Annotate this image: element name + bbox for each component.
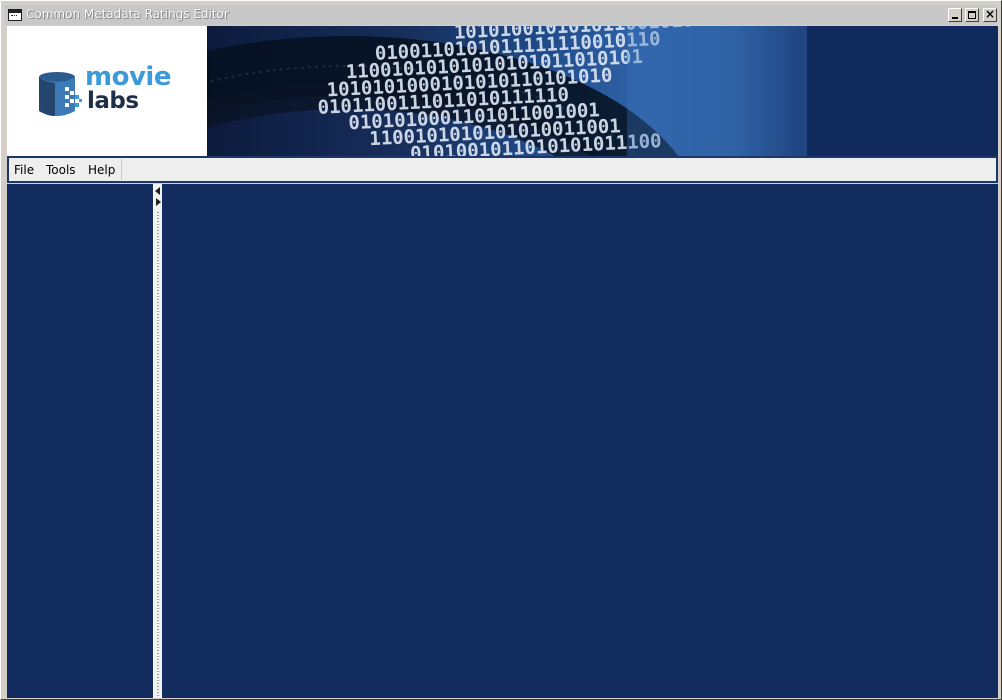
expand-right-arrow-icon[interactable] bbox=[156, 198, 161, 206]
film-reel-banner-image: 1010100101010110010101 010011010101111111… bbox=[207, 26, 807, 156]
minimize-button[interactable] bbox=[948, 8, 962, 22]
title-bar[interactable]: Common Metadata Ratings Editor × bbox=[4, 5, 998, 25]
window-app-icon[interactable] bbox=[8, 9, 22, 21]
close-button[interactable]: × bbox=[983, 7, 997, 22]
app-window: Common Metadata Ratings Editor × movie l… bbox=[0, 0, 1002, 700]
menu-help[interactable]: Help bbox=[88, 161, 115, 179]
logo-text-labs: labs bbox=[87, 88, 139, 114]
divider-grip[interactable] bbox=[157, 212, 159, 696]
split-pane-divider[interactable] bbox=[153, 184, 162, 698]
close-icon: × bbox=[984, 7, 996, 21]
menu-tools[interactable]: Tools bbox=[46, 161, 76, 179]
minimize-icon bbox=[952, 17, 958, 19]
logo-panel: movie labs bbox=[7, 26, 207, 156]
left-panel[interactable] bbox=[7, 184, 153, 698]
film-reel-logo-icon bbox=[39, 72, 82, 116]
menu-separator bbox=[121, 159, 122, 180]
maximize-icon bbox=[968, 11, 976, 19]
main-content-panel[interactable] bbox=[162, 184, 998, 698]
menu-bar: File Tools Help bbox=[7, 156, 998, 183]
header-banner: movie labs 1010100101010110010101 0100110… bbox=[7, 26, 998, 156]
collapse-left-arrow-icon[interactable] bbox=[155, 187, 160, 195]
menu-file[interactable]: File bbox=[14, 161, 34, 179]
maximize-button[interactable] bbox=[965, 8, 979, 22]
window-title: Common Metadata Ratings Editor bbox=[26, 7, 229, 21]
film-strip-graphic: 1010100101010110010101010011010101111111… bbox=[207, 26, 807, 156]
